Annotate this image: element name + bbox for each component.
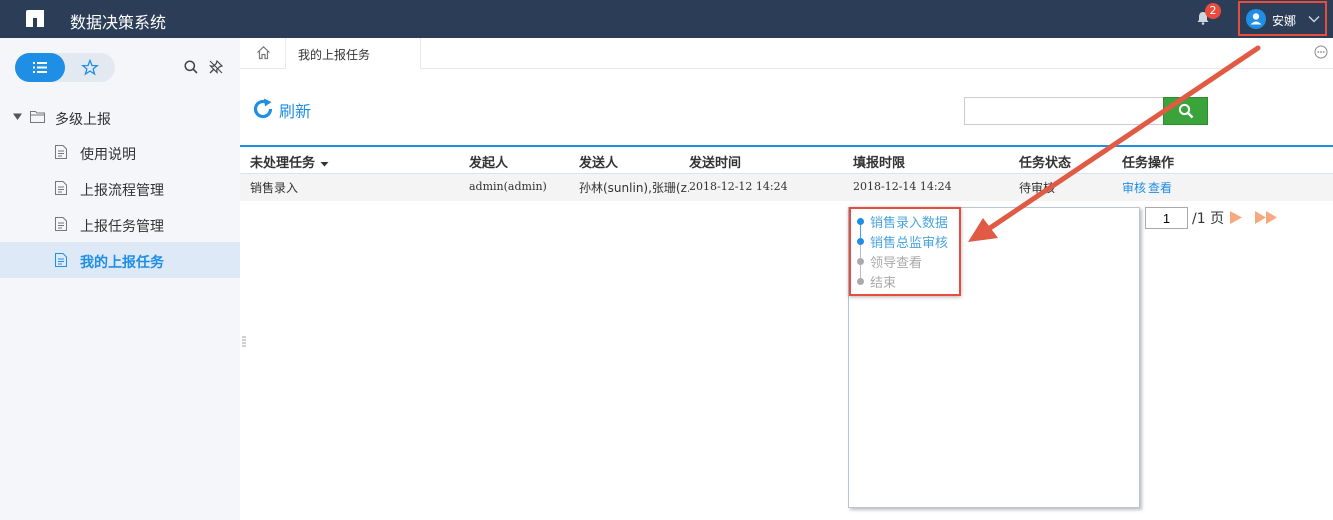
search-button[interactable] xyxy=(1163,97,1208,125)
column-header-send-time: 发送时间 xyxy=(689,156,742,171)
column-header-status: 任务状态 xyxy=(1019,156,1072,171)
cell-status[interactable]: 待审核 xyxy=(1019,179,1055,196)
column-header-task[interactable]: 未处理任务 xyxy=(250,152,329,171)
page-total: /1 页 xyxy=(1192,211,1225,227)
column-header-actions: 任务操作 xyxy=(1122,156,1175,171)
folder-icon xyxy=(30,111,45,123)
caret-down-icon xyxy=(13,113,22,120)
search-input[interactable] xyxy=(964,97,1164,125)
refresh-label: 刷新 xyxy=(279,102,312,121)
search-icon xyxy=(1178,103,1194,119)
tab-bar: 我的上报任务 xyxy=(240,38,1333,69)
document-icon xyxy=(55,181,67,195)
top-bar: 数据决策系统 2 安娜 xyxy=(0,0,1333,38)
chevron-down-icon xyxy=(1308,16,1320,23)
cell-sender: 孙林(sunlin),张珊(z… xyxy=(579,181,689,195)
sort-desc-icon xyxy=(320,161,329,166)
last-page-icon[interactable] xyxy=(1254,211,1278,224)
home-icon xyxy=(257,45,270,60)
sidebar: 多级上报 使用说明 上报流程管理 上报任务管理 我的上报任务 xyxy=(0,38,240,520)
resize-grip-icon[interactable] xyxy=(242,335,246,349)
notification-badge: 2 xyxy=(1205,3,1221,19)
sidebar-item-usage-guide[interactable]: 使用说明 xyxy=(0,134,240,170)
favorites-tab[interactable] xyxy=(65,53,115,82)
column-header-deadline: 填报时限 xyxy=(853,156,906,171)
home-tab[interactable] xyxy=(240,38,286,69)
list-icon xyxy=(33,62,47,73)
tab-my-tasks[interactable]: 我的上报任务 xyxy=(286,38,421,69)
refresh-icon xyxy=(253,98,273,119)
user-name: 安娜 xyxy=(1272,14,1297,28)
document-icon xyxy=(55,217,67,231)
cell-deadline: 2018-12-14 14:24 xyxy=(853,180,952,193)
user-avatar-icon xyxy=(1246,9,1266,29)
sidebar-item-label: 上报流程管理 xyxy=(80,183,164,199)
sidebar-item-label: 上报任务管理 xyxy=(80,219,164,235)
sidebar-item-task-management[interactable]: 上报任务管理 xyxy=(0,206,240,242)
sidebar-item-flow-management[interactable]: 上报流程管理 xyxy=(0,170,240,206)
cell-initiator: admin(admin) xyxy=(469,180,547,193)
cell-send-time: 2018-12-12 14:24 xyxy=(689,180,788,193)
page-number-input[interactable] xyxy=(1145,207,1188,229)
table-row[interactable]: 销售录入 admin(admin) 孙林(sunlin),张珊(z… 2018-… xyxy=(240,174,1333,201)
tree-root-label: 多级上报 xyxy=(55,112,111,128)
app-title: 数据决策系统 xyxy=(70,13,167,32)
list-view-tab[interactable] xyxy=(15,53,65,82)
search-icon[interactable] xyxy=(183,59,199,75)
column-header-initiator: 发起人 xyxy=(469,156,509,171)
task-table: 未处理任务 发起人 发送人 发送时间 填报时限 任务状态 任务操作 销售录入 a… xyxy=(240,145,1333,201)
document-icon xyxy=(55,253,67,267)
sidebar-item-my-tasks[interactable]: 我的上报任务 xyxy=(0,242,240,278)
sidebar-item-label: 我的上报任务 xyxy=(80,255,164,271)
table-header: 未处理任务 发起人 发送人 发送时间 填报时限 任务状态 任务操作 xyxy=(240,147,1333,174)
star-icon xyxy=(81,58,99,76)
flow-highlight-frame xyxy=(849,207,961,296)
view-link[interactable]: 查看 xyxy=(1148,179,1172,196)
cell-task: 销售录入 xyxy=(250,181,299,195)
document-icon xyxy=(55,145,67,159)
sidebar-item-label: 使用说明 xyxy=(80,147,136,163)
more-options-icon[interactable] xyxy=(1314,45,1328,59)
column-header-sender: 发送人 xyxy=(579,156,619,171)
tree-node-multi-report[interactable]: 多级上报 xyxy=(0,101,240,134)
review-link[interactable]: 审核 xyxy=(1122,179,1146,196)
sidebar-view-switch xyxy=(15,53,115,82)
pin-icon[interactable] xyxy=(208,59,224,75)
user-menu[interactable]: 安娜 xyxy=(1238,1,1327,36)
app-logo-icon xyxy=(26,10,44,27)
refresh-button[interactable]: 刷新 xyxy=(251,97,331,121)
next-page-icon[interactable] xyxy=(1229,211,1243,224)
